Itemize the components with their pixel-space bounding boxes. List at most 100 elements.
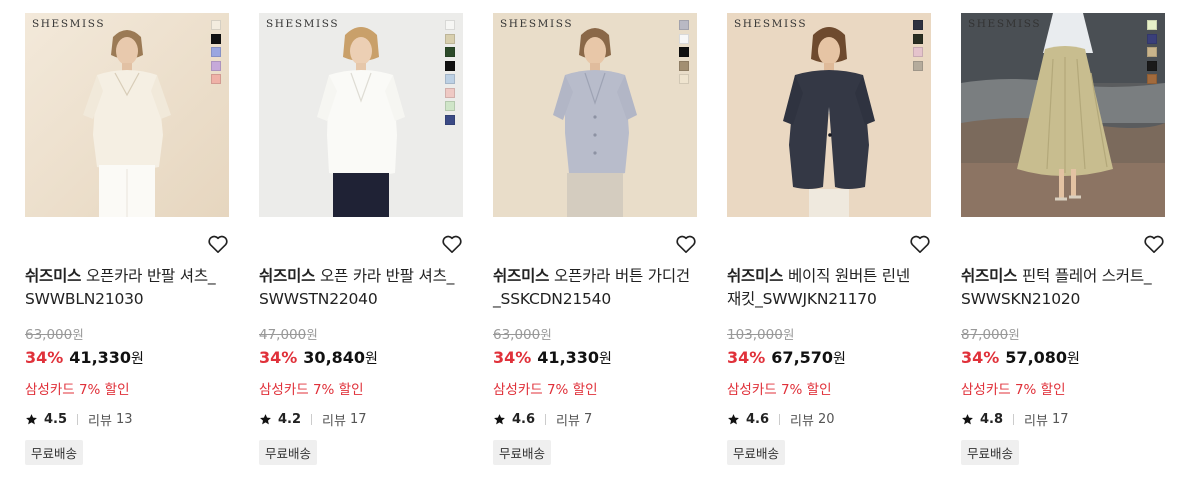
sale-price-row: 34% 67,570원 (727, 348, 846, 367)
free-shipping-badge: 무료배송 (493, 440, 552, 465)
color-swatch (1147, 60, 1157, 71)
product-photo-cardigan-lavender (493, 13, 697, 217)
color-swatch (679, 33, 689, 44)
divider (779, 414, 781, 425)
product-card[interactable]: SHESMISS 쉬즈미스 오픈 카라 반팔 셔츠_ SWWSTN22040 47… (259, 13, 463, 483)
reviews-count: 17 (349, 412, 367, 427)
star-icon (494, 414, 505, 425)
product-code: SWWBLN21030 (25, 290, 144, 308)
brand-name: 쉬즈미스 (727, 267, 784, 285)
color-swatch (913, 47, 923, 57)
product-title[interactable]: 쉬즈미스 오픈 카라 반팔 셔츠_ SWWSTN22040 (259, 265, 467, 311)
star-icon (260, 414, 271, 425)
color-swatch (445, 87, 455, 98)
card-promo: 삼성카드 7% 할인 (493, 382, 598, 398)
product-photo-jacket-navy (727, 13, 931, 217)
color-swatches (1147, 20, 1157, 88)
product-title[interactable]: 쉬즈미스 오픈카라 반팔 셔츠_ SWWBLN21030 (25, 265, 233, 311)
sale-price: 41,330 (537, 348, 600, 367)
discount-rate: 34% (25, 348, 64, 367)
color-swatch (1147, 47, 1157, 57)
wishlist-heart-icon[interactable] (1143, 234, 1165, 254)
product-card[interactable]: SHESMISS 쉬즈미스 오픈카라 버튼 가디건 _SSKCDN21540 63… (493, 13, 697, 483)
product-card[interactable]: SHESMISS 쉬즈미스 오픈카라 반팔 셔츠_ SWWBLN21030 63,… (25, 13, 229, 483)
product-card[interactable]: SHESMISS 쉬즈미스 핀턱 플레어 스커트_ SWWSKN21020 87,… (961, 13, 1165, 483)
reviews-count: 17 (1051, 412, 1069, 427)
divider (311, 414, 313, 425)
reviews-label: 리뷰 (88, 414, 112, 429)
brand-name: 쉬즈미스 (961, 267, 1018, 285)
color-swatch (913, 20, 923, 30)
wishlist-heart-icon[interactable] (207, 234, 229, 254)
sale-price: 30,840 (303, 348, 366, 367)
color-swatches (913, 20, 923, 74)
color-swatch (445, 47, 455, 57)
free-shipping-badge: 무료배송 (961, 440, 1020, 465)
product-title[interactable]: 쉬즈미스 핀턱 플레어 스커트_ SWWSKN21020 (961, 265, 1169, 311)
brand-logo: SHESMISS (968, 18, 1042, 30)
original-price: 87,000원 (961, 327, 1020, 343)
sale-price: 67,570 (771, 348, 834, 367)
card-promo: 삼성카드 7% 할인 (961, 382, 1066, 398)
product-image[interactable]: SHESMISS (493, 13, 697, 217)
color-swatch (1147, 74, 1157, 84)
product-image[interactable]: SHESMISS (961, 13, 1165, 217)
color-swatches (211, 20, 221, 88)
color-swatch (211, 47, 221, 57)
product-card[interactable]: SHESMISS 쉬즈미스 베이직 원버튼 린넨 재킷_SWWJKN21170 1… (727, 13, 931, 483)
discount-rate: 34% (961, 348, 1000, 367)
product-image[interactable]: SHESMISS (259, 13, 463, 217)
product-name: 오픈 카라 반팔 셔츠_ (319, 267, 455, 285)
product-name: 핀턱 플레어 스커트_ (1021, 267, 1152, 285)
rating-score: 4.5 (44, 412, 68, 427)
brand-name: 쉬즈미스 (25, 267, 82, 285)
rating-score: 4.8 (980, 412, 1004, 427)
color-swatch (679, 47, 689, 57)
rating: 4.5 리뷰 13 (25, 410, 133, 429)
reviews-count: 13 (115, 412, 133, 427)
product-image[interactable]: SHESMISS (727, 13, 931, 217)
reviews-label: 리뷰 (790, 414, 814, 429)
color-swatch (445, 101, 455, 111)
brand-name: 쉬즈미스 (493, 267, 550, 285)
discount-rate: 34% (259, 348, 298, 367)
brand-logo: SHESMISS (500, 18, 574, 30)
reviews-count: 20 (817, 412, 835, 427)
sale-price-row: 34% 41,330원 (25, 348, 144, 367)
product-code: SWWSTN22040 (259, 290, 378, 308)
wishlist-heart-icon[interactable] (909, 234, 931, 254)
original-price: 63,000원 (25, 327, 84, 343)
color-swatch (211, 60, 221, 71)
product-title[interactable]: 쉬즈미스 오픈카라 버튼 가디건 _SSKCDN21540 (493, 265, 701, 311)
sale-price: 41,330 (69, 348, 132, 367)
rating: 4.8 리뷰 17 (961, 410, 1069, 429)
product-title[interactable]: 쉬즈미스 베이직 원버튼 린넨 재킷_SWWJKN21170 (727, 265, 935, 311)
rating: 4.2 리뷰 17 (259, 410, 367, 429)
reviews-label: 리뷰 (1024, 414, 1048, 429)
star-icon (728, 414, 739, 425)
star-icon (962, 414, 973, 425)
rating-score: 4.6 (746, 412, 770, 427)
wishlist-heart-icon[interactable] (441, 234, 463, 254)
discount-rate: 34% (727, 348, 766, 367)
color-swatch (445, 60, 455, 71)
rating: 4.6 리뷰 20 (727, 410, 835, 429)
card-promo: 삼성카드 7% 할인 (25, 382, 130, 398)
brand-name: 쉬즈미스 (259, 267, 316, 285)
sale-price-row: 34% 30,840원 (259, 348, 378, 367)
wishlist-heart-icon[interactable] (675, 234, 697, 254)
color-swatch (445, 114, 455, 125)
original-price: 47,000원 (259, 327, 318, 343)
rating-score: 4.2 (278, 412, 302, 427)
product-photo-skirt-beach (961, 13, 1165, 217)
brand-logo: SHESMISS (734, 18, 808, 30)
color-swatch (1147, 20, 1157, 30)
color-swatch (445, 20, 455, 30)
product-name: 오픈카라 반팔 셔츠_ (85, 267, 216, 285)
divider (1013, 414, 1015, 425)
color-swatches (679, 20, 689, 88)
rating-score: 4.6 (512, 412, 536, 427)
product-image[interactable]: SHESMISS (25, 13, 229, 217)
card-promo: 삼성카드 7% 할인 (259, 382, 364, 398)
color-swatch (679, 74, 689, 84)
